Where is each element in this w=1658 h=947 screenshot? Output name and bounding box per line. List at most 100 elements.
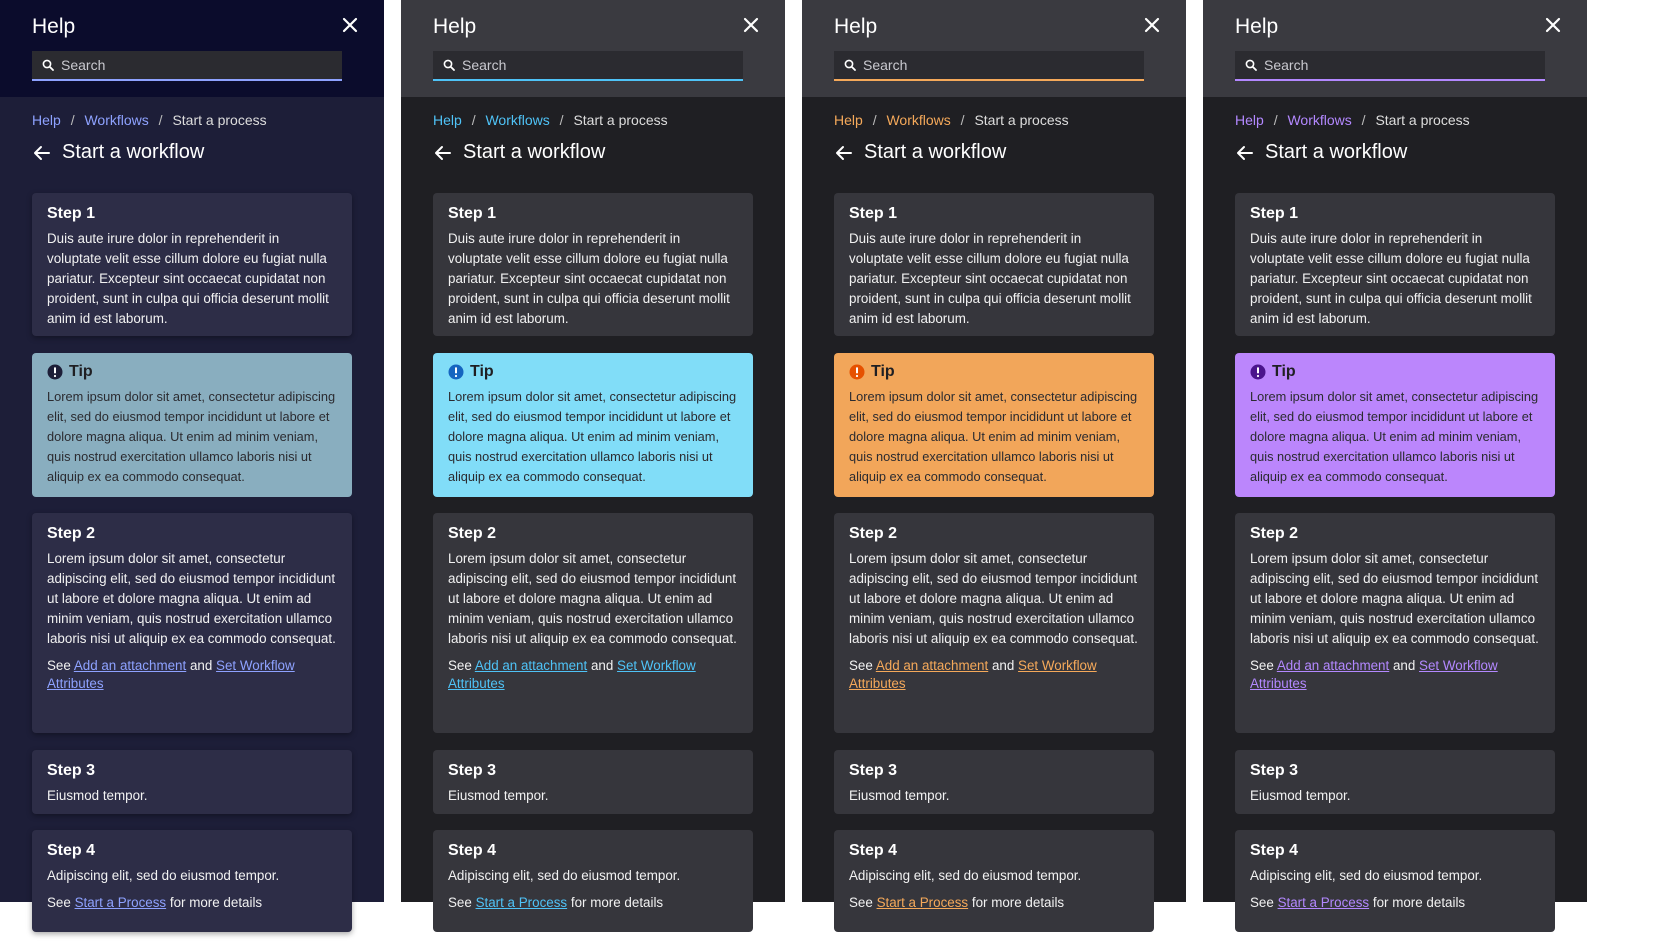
help-title: Help	[1235, 15, 1279, 38]
help-title: Help	[834, 15, 878, 38]
see-suffix: for more details	[169, 895, 263, 910]
tip-card: Tip Lorem ipsum dolor sit amet, consecte…	[32, 353, 352, 497]
start-a-process-link[interactable]: Start a Process	[476, 895, 568, 910]
step-body: Eiusmod tempor.	[448, 788, 549, 803]
step-title: Step 1	[849, 205, 898, 222]
help-panel-navy: Help Help / Workflows / Start a process	[0, 0, 384, 932]
breadcrumb-help[interactable]: Help	[834, 112, 863, 128]
step-body: Lorem ipsum dolor sit amet, consectetur …	[849, 551, 1138, 646]
help-panel-cyan: Help Help / Workflows / Start a process	[401, 0, 785, 932]
breadcrumb-workflows[interactable]: Workflows	[84, 112, 148, 128]
step-title: Step 3	[849, 762, 898, 779]
tip-title: Tip	[871, 363, 895, 380]
breadcrumb-workflows[interactable]: Workflows	[485, 112, 549, 128]
breadcrumb: Help / Workflows / Start a process	[433, 112, 668, 128]
search-input[interactable]	[861, 56, 1125, 74]
breadcrumb-separator: /	[1361, 112, 1366, 128]
info-icon	[448, 364, 464, 380]
help-header: Help	[0, 0, 384, 97]
step-title: Step 4	[47, 842, 96, 859]
back-arrow-icon[interactable]	[433, 143, 453, 163]
breadcrumb-help[interactable]: Help	[433, 112, 462, 128]
breadcrumb-help[interactable]: Help	[32, 112, 61, 128]
step-card: Step 3 Eiusmod tempor.	[433, 750, 753, 814]
step-body: Lorem ipsum dolor sit amet, consectetur …	[1250, 551, 1539, 646]
breadcrumb-current: Start a process	[573, 112, 668, 128]
help-header: Help	[802, 0, 1186, 97]
start-a-process-link[interactable]: Start a Process	[75, 895, 167, 910]
help-header: Help	[401, 0, 785, 97]
step-title: Step 2	[448, 525, 497, 542]
see-prefix: See	[849, 895, 873, 910]
see-suffix: for more details	[1372, 895, 1466, 910]
add-attachment-link[interactable]: Add an attachment	[876, 658, 988, 673]
step-body: Duis aute irure dolor in reprehenderit i…	[448, 231, 730, 326]
step-card: Step 3 Eiusmod tempor.	[834, 750, 1154, 814]
back-arrow-icon[interactable]	[32, 143, 52, 163]
step-title: Step 1	[1250, 205, 1299, 222]
step-body: Eiusmod tempor.	[849, 788, 950, 803]
see-and: and	[189, 658, 213, 673]
see-prefix: See	[47, 658, 71, 673]
step-card: Step 2 Lorem ipsum dolor sit amet, conse…	[1235, 513, 1555, 733]
search-field[interactable]	[32, 51, 342, 81]
step-card: Step 1 Duis aute irure dolor in reprehen…	[1235, 193, 1555, 336]
close-icon[interactable]	[1541, 13, 1565, 37]
tip-title: Tip	[1272, 363, 1296, 380]
step-card: Step 1 Duis aute irure dolor in reprehen…	[32, 193, 352, 336]
tip-heading: Tip	[849, 363, 1139, 381]
step-title: Step 3	[1250, 762, 1299, 779]
tip-title: Tip	[470, 363, 494, 380]
add-attachment-link[interactable]: Add an attachment	[475, 658, 587, 673]
tip-card: Tip Lorem ipsum dolor sit amet, consecte…	[433, 353, 753, 497]
see-also: See Start a Process for more details	[448, 894, 738, 912]
see-and: and	[991, 658, 1015, 673]
search-icon	[42, 59, 54, 71]
breadcrumb-separator: /	[70, 112, 75, 128]
see-prefix: See	[849, 658, 873, 673]
step-body: Adipiscing elit, sed do eiusmod tempor.	[849, 868, 1082, 883]
close-icon[interactable]	[338, 13, 362, 37]
back-arrow-icon[interactable]	[1235, 143, 1255, 163]
search-icon	[443, 59, 455, 71]
help-panel-orange: Help Help / Workflows / Start a process	[802, 0, 1186, 932]
step-body: Adipiscing elit, sed do eiusmod tempor.	[1250, 868, 1483, 883]
search-field[interactable]	[433, 51, 743, 81]
add-attachment-link[interactable]: Add an attachment	[1277, 658, 1389, 673]
search-field[interactable]	[834, 51, 1144, 81]
see-prefix: See	[1250, 895, 1274, 910]
start-a-process-link[interactable]: Start a Process	[877, 895, 969, 910]
see-also: See Add an attachment and Set Workflow A…	[849, 657, 1139, 693]
close-icon[interactable]	[739, 13, 763, 37]
breadcrumb-workflows[interactable]: Workflows	[1287, 112, 1351, 128]
close-icon[interactable]	[1140, 13, 1164, 37]
back-arrow-icon[interactable]	[834, 143, 854, 163]
see-also: See Add an attachment and Set Workflow A…	[1250, 657, 1540, 693]
add-attachment-link[interactable]: Add an attachment	[74, 658, 186, 673]
step-body: Duis aute irure dolor in reprehenderit i…	[47, 231, 329, 326]
breadcrumb-separator: /	[960, 112, 965, 128]
tip-card: Tip Lorem ipsum dolor sit amet, consecte…	[1235, 353, 1555, 497]
search-field[interactable]	[1235, 51, 1545, 81]
search-input[interactable]	[59, 56, 323, 74]
page-title: Start a workflow	[864, 141, 1007, 163]
see-also: See Start a Process for more details	[849, 894, 1139, 912]
breadcrumb: Help / Workflows / Start a process	[32, 112, 267, 128]
see-also: See Start a Process for more details	[47, 894, 337, 912]
see-suffix: for more details	[570, 895, 664, 910]
page-title: Start a workflow	[1265, 141, 1408, 163]
breadcrumb: Help / Workflows / Start a process	[834, 112, 1069, 128]
search-input[interactable]	[460, 56, 724, 74]
breadcrumb: Help / Workflows / Start a process	[1235, 112, 1470, 128]
step-card: Step 2 Lorem ipsum dolor sit amet, conse…	[834, 513, 1154, 733]
step-card: Step 1 Duis aute irure dolor in reprehen…	[433, 193, 753, 336]
start-a-process-link[interactable]: Start a Process	[1278, 895, 1370, 910]
step-body: Adipiscing elit, sed do eiusmod tempor.	[448, 868, 681, 883]
step-card: Step 4 Adipiscing elit, sed do eiusmod t…	[32, 830, 352, 932]
tip-body: Lorem ipsum dolor sit amet, consectetur …	[47, 389, 336, 484]
breadcrumb-workflows[interactable]: Workflows	[886, 112, 950, 128]
breadcrumb-help[interactable]: Help	[1235, 112, 1264, 128]
page-title: Start a workflow	[463, 141, 606, 163]
page-title: Start a workflow	[62, 141, 205, 163]
search-input[interactable]	[1262, 56, 1526, 74]
